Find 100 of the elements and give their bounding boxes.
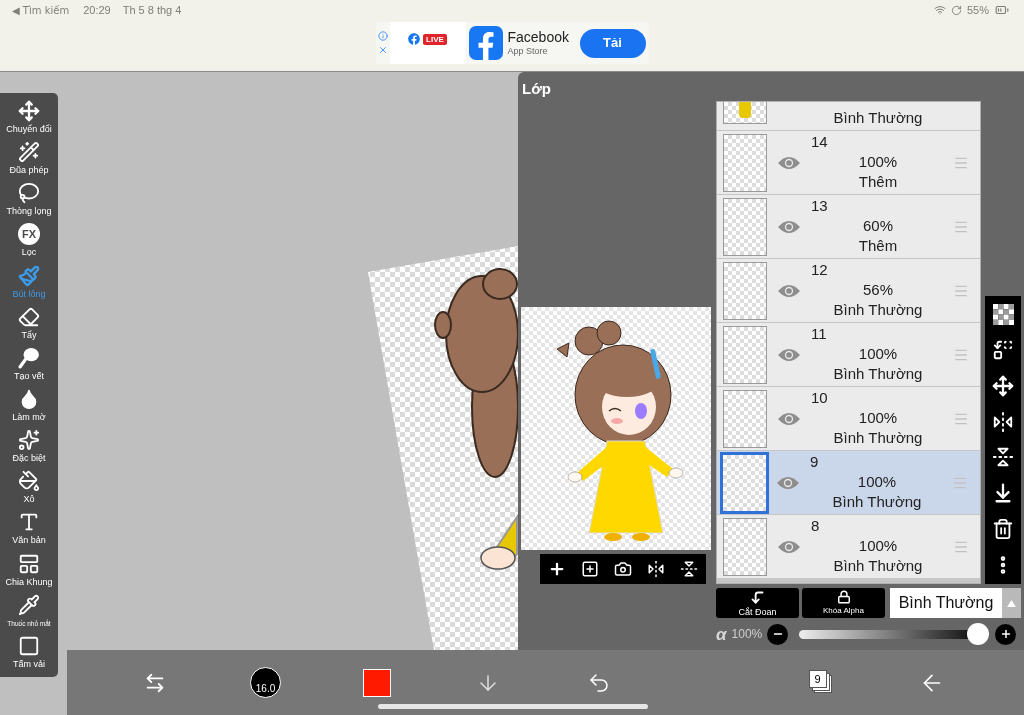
tool-button[interactable]: Văn bản [0,508,58,550]
square-icon [18,634,40,657]
layer-thumbnail [723,517,767,576]
eye-icon[interactable] [777,219,801,234]
flip-horizontal-icon[interactable] [647,560,666,578]
flip-horizontal-icon[interactable] [992,410,1014,433]
caret-up-icon [1007,599,1016,607]
corner-arrow-icon [750,589,765,605]
layer-blend-mode: Bình Thường [833,556,923,576]
brush-icon [18,264,40,287]
blend-mode-select[interactable]: Bình Thường [890,588,1021,618]
camera-icon[interactable] [613,560,632,578]
color-swatch[interactable] [362,668,391,697]
app-name: Facebook [507,29,569,45]
layer-row[interactable]: 13 60% Thêm [717,195,980,258]
status-time: 20:29 [83,2,111,18]
tool-button[interactable]: Làm mờ [0,385,58,427]
layer-blend-mode: Bình Thường [832,108,924,128]
eyedropper-icon [18,593,40,616]
app-icon[interactable] [468,26,503,60]
install-button[interactable]: Tải [579,28,646,58]
layer-blend-mode: Bình Thường [832,492,922,512]
trash-icon[interactable] [992,518,1014,541]
slider-thumb[interactable] [967,623,990,645]
layer-thumbnail [723,261,767,320]
layer-row[interactable]: 9 100% Bình Thường [717,451,980,514]
layer-thumbnail [723,325,767,384]
eye-icon[interactable] [777,347,801,362]
layer-row[interactable]: 14 100% Thêm [717,131,980,194]
eye-icon[interactable] [777,411,801,426]
layer-thumbnail [723,389,767,448]
close-icon[interactable] [377,45,388,55]
layer-blend-mode: Thêm [858,172,898,192]
eye-icon[interactable] [777,283,801,298]
layer-blend-mode: Bình Thường [833,364,923,384]
live-badge: LIVE [423,33,447,45]
eye-icon[interactable] [776,475,800,490]
layer-number: 14 [811,132,828,152]
layer-number: 10 [811,388,828,408]
layer-row[interactable]: 10 100% Bình Thường [717,387,980,450]
layer-blend-mode: Bình Thường [833,300,923,320]
checkerboard-icon[interactable] [992,304,1014,325]
arrow-squares-icon[interactable] [992,338,1014,361]
layer-opacity: 100% [858,408,898,428]
layer-opacity: 56% [863,280,893,300]
smudge-icon [18,346,40,369]
lasso-icon [18,182,40,205]
eraser-icon [18,305,40,328]
tool-button[interactable]: Tạo vết [0,343,58,385]
layer-thumbnail [723,133,767,192]
layer-row[interactable]: 8 100% Bình Thường [717,515,980,578]
rotate-arrow-icon [950,4,962,16]
flip-vertical-icon[interactable] [992,446,1014,469]
clipping-button[interactable]: Cắt Đoan [716,588,799,618]
lock-icon [836,590,851,604]
opacity-slider[interactable] [799,623,990,645]
layer-opacity: 100% [858,536,898,556]
move-arrows-icon [18,100,40,123]
tool-button[interactable]: Thòng lọng [0,179,58,221]
tool-button[interactable]: FX Lọc [0,220,58,262]
layer-thumbnail [723,102,767,124]
layer-number: 12 [811,260,828,280]
layer-opacity: 100% [858,344,898,364]
layer-row[interactable]: 12 56% Bình Thường [717,259,980,322]
layer-row[interactable]: Bình Thường [717,102,980,130]
increase-button[interactable] [995,623,1017,645]
tool-button[interactable]: Đặc biệt [0,426,58,468]
layer-row[interactable]: 11 100% Bình Thường [717,323,980,386]
panel-title: Lớp [522,80,551,97]
plus-icon [999,628,1012,640]
app-store-label: App Store [507,45,549,57]
ad-image[interactable]: LIVE [389,22,466,64]
add-layer-icon[interactable] [580,560,599,578]
facebook-logo-icon [408,33,421,45]
eye-icon[interactable] [777,539,801,554]
layer-number: 13 [811,196,828,216]
status-date: Th 5 8 thg 4 [122,2,182,18]
layer-number: 11 [811,324,827,344]
brush-size-button[interactable]: 16.0 [250,667,281,698]
back-link[interactable]: ◀ Tìm kiếm [12,2,70,18]
tool-button[interactable]: Tẩy [0,302,58,344]
opacity-reading: 100% [731,626,763,643]
panel-layout-icon [18,552,40,575]
layer-thumbnail [720,451,769,514]
alpha-lock-button[interactable]: Khóa Alpha [802,588,885,618]
tool-button[interactable]: Đũa phép [0,138,58,180]
decrease-button[interactable] [767,623,789,645]
tool-button[interactable]: Tấm vải [0,631,58,673]
alpha-symbol: α [716,625,727,643]
eye-icon[interactable] [777,155,801,170]
flip-vertical-icon[interactable] [680,560,699,578]
paint-bucket-icon [18,470,40,493]
magic-wand-icon [18,141,40,164]
move-arrows-icon[interactable] [992,374,1014,397]
wifi-icon [933,4,946,16]
layer-blend-mode: Bình Thường [833,428,923,448]
tool-button[interactable]: Xô [0,467,58,509]
tool-button[interactable]: Chia Khung [0,549,58,591]
tool-button[interactable]: Chuyển đổi [0,97,58,139]
ad-banner[interactable]: LIVE Facebook App Store Tải [375,22,649,64]
